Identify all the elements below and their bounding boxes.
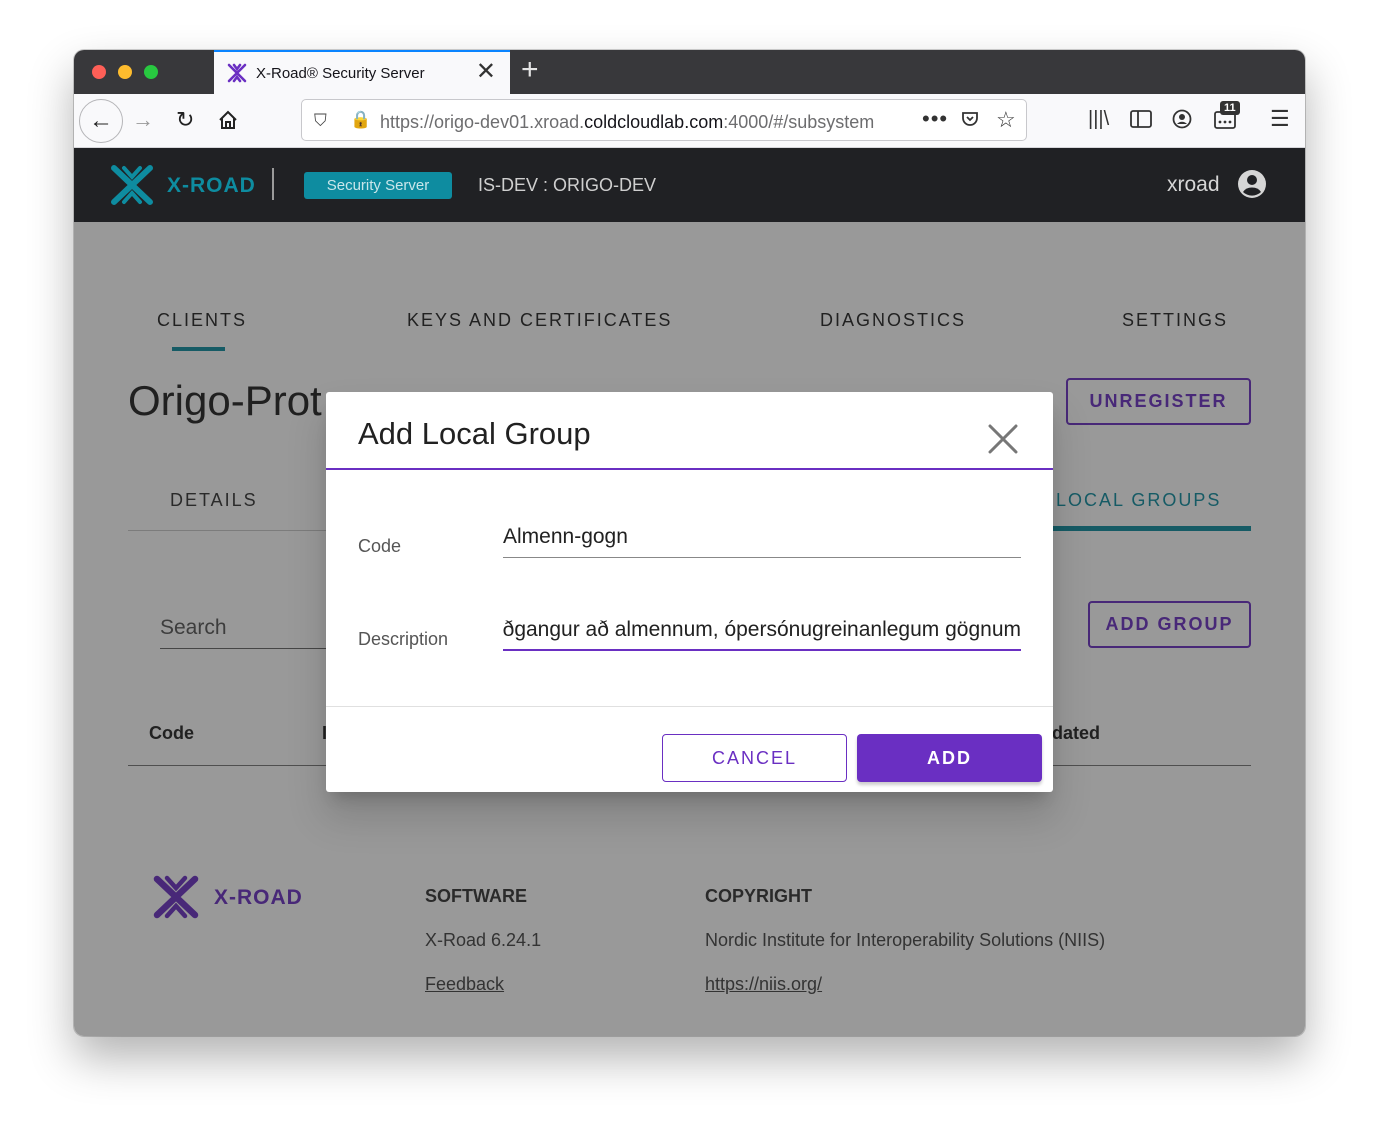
- browser-tab-active[interactable]: X-Road® Security Server ✕: [214, 50, 510, 94]
- dialog-title: Add Local Group: [358, 416, 591, 451]
- header-divider: [272, 168, 274, 200]
- tracking-shield-icon[interactable]: ⛉: [314, 111, 327, 131]
- page-actions-icon[interactable]: •••: [922, 106, 948, 132]
- url-bar[interactable]: ⛉ 🔒 https://origo-dev01.xroad.coldcloudl…: [301, 99, 1027, 141]
- xroad-favicon-icon: [227, 63, 247, 83]
- xroad-logo-text: X-ROAD: [167, 174, 256, 197]
- new-tab-button[interactable]: +: [521, 55, 539, 85]
- arrow-left-icon: ←: [89, 107, 113, 134]
- minimize-window-button[interactable]: [118, 65, 132, 79]
- code-field-underline: [503, 557, 1021, 558]
- reload-button[interactable]: ↻: [176, 108, 194, 132]
- app-header: X-ROAD Security Server IS-DEV : ORIGO-DE…: [74, 148, 1305, 222]
- url-text[interactable]: https://origo-dev01.xroad.coldcloudlab.c…: [380, 112, 910, 133]
- tab-close-icon[interactable]: ✕: [476, 60, 496, 84]
- description-field[interactable]: ðgangur að almennum, ópersónugreinanlegu…: [503, 618, 1021, 642]
- server-id: IS-DEV : ORIGO-DEV: [478, 175, 657, 195]
- code-label: Code: [358, 536, 402, 556]
- pocket-icon[interactable]: [960, 109, 980, 129]
- hamburger-menu-icon[interactable]: ☰: [1270, 108, 1290, 130]
- close-window-button[interactable]: [92, 65, 106, 79]
- extensions-badge: 11: [1220, 101, 1240, 115]
- dialog-footer-divider: [326, 706, 1053, 707]
- add-local-group-dialog: Add Local Group Code Almenn-gogn Descrip…: [326, 392, 1053, 792]
- navigation-bar: ← → ↻ ⛉ 🔒 https://origo-dev01.xroad.cold…: [74, 94, 1305, 148]
- home-icon[interactable]: [217, 109, 239, 131]
- url-prefix: https://origo-dev01.xroad.: [380, 112, 585, 132]
- add-button[interactable]: ADD: [857, 734, 1042, 782]
- bookmark-star-icon[interactable]: ☆: [996, 107, 1016, 133]
- tab-title: X-Road® Security Server: [256, 65, 425, 82]
- code-field[interactable]: Almenn-gogn: [503, 525, 1021, 549]
- zoom-window-button[interactable]: [144, 65, 158, 79]
- library-icon[interactable]: |||\: [1088, 108, 1109, 130]
- forward-button[interactable]: →: [132, 108, 154, 132]
- dialog-header-divider: [326, 468, 1053, 470]
- description-value: ðgangur að almennum, ópersónugreinanlegu…: [503, 618, 1021, 641]
- close-icon[interactable]: [986, 422, 1020, 456]
- product-chip: Security Server: [304, 172, 452, 199]
- cancel-button[interactable]: CANCEL: [662, 734, 847, 782]
- tab-strip: X-Road® Security Server ✕ +: [74, 50, 1305, 94]
- xroad-logo-icon[interactable]: [110, 164, 154, 206]
- url-domain: coldcloudlab.com: [584, 112, 724, 132]
- insecure-lock-icon[interactable]: 🔒: [350, 110, 371, 130]
- url-suffix: :4000/#/subsystem: [723, 112, 875, 132]
- account-icon[interactable]: [1172, 109, 1192, 129]
- description-label: Description: [358, 629, 449, 649]
- description-field-underline: [503, 649, 1021, 651]
- browser-window: X-Road® Security Server ✕ + ← → ↻ ⛉ 🔒 ht…: [74, 50, 1305, 1036]
- back-button[interactable]: ←: [79, 99, 123, 143]
- user-account-icon[interactable]: [1237, 169, 1267, 199]
- sidebar-icon[interactable]: [1130, 110, 1152, 128]
- user-name[interactable]: xroad: [1167, 173, 1220, 197]
